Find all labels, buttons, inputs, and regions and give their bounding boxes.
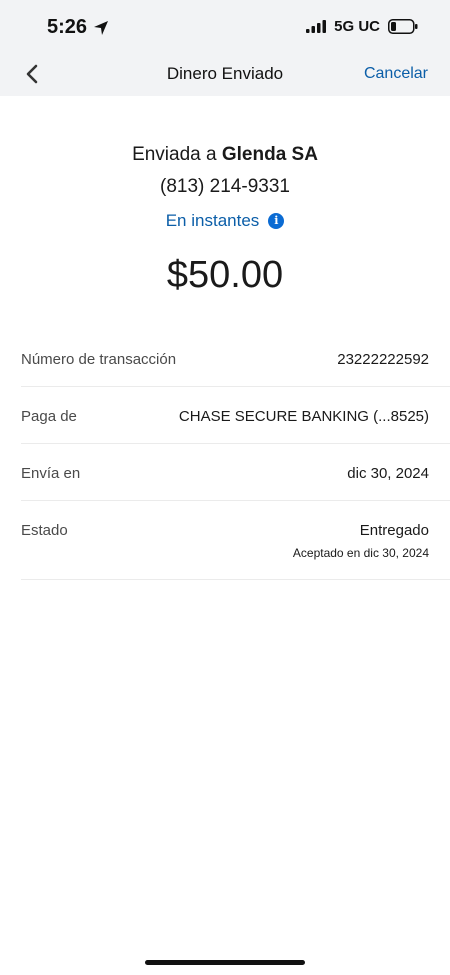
detail-label: Número de transacción — [21, 351, 177, 368]
status-accepted-date: Aceptado en dic 30, 2024 — [292, 546, 429, 560]
detail-label: Envía en — [21, 465, 81, 482]
status-indicators: 5G UC — [306, 18, 418, 35]
delivery-speed-label: En instantes — [165, 211, 260, 230]
detail-row-paid-from: Paga de CHASE SECURE BANKING (...8525) — [21, 387, 450, 444]
status-bar: 5:26 5G UC — [0, 0, 450, 50]
recipient-name: Glenda SA — [221, 144, 318, 165]
detail-label: Paga de — [21, 408, 77, 425]
info-icon[interactable]: i — [268, 213, 285, 229]
transfer-summary: Enviada a Glenda SA (813) 214-9331 En in… — [0, 140, 450, 300]
detail-label: Estado — [21, 522, 68, 539]
navigation-bar: Dinero Enviado Cancelar — [0, 50, 450, 96]
detail-row-status: Estado Entregado Aceptado en dic 30, 202… — [21, 501, 450, 580]
status-time: 5:26 — [47, 16, 109, 39]
recipient-line: Enviada a Glenda SA — [0, 140, 450, 170]
signal-bars-icon — [306, 20, 327, 33]
home-indicator[interactable] — [145, 960, 305, 965]
detail-row-transaction-number: Número de transacción 23222222592 — [21, 330, 450, 387]
delivery-speed: En instantes i — [0, 206, 450, 236]
cancel-button[interactable]: Cancelar — [364, 65, 428, 83]
clock-time: 5:26 — [47, 16, 88, 38]
network-label: 5G UC — [334, 18, 380, 35]
detail-row-send-date: Envía en dic 30, 2024 — [21, 444, 450, 501]
sent-to-prefix: Enviada a — [132, 144, 217, 165]
recipient-phone: (813) 214-9331 — [160, 176, 290, 197]
transfer-amount: $50.00 — [166, 254, 284, 296]
detail-value: Entregado — [359, 522, 429, 539]
detail-value: 23222222592 — [337, 351, 429, 368]
transfer-details: Número de transacción 23222222592 Paga d… — [0, 330, 450, 580]
location-arrow-icon — [94, 20, 109, 35]
battery-low-icon — [388, 19, 418, 34]
detail-value: dic 30, 2024 — [347, 465, 429, 482]
detail-value: CHASE SECURE BANKING (...8525) — [178, 408, 429, 425]
